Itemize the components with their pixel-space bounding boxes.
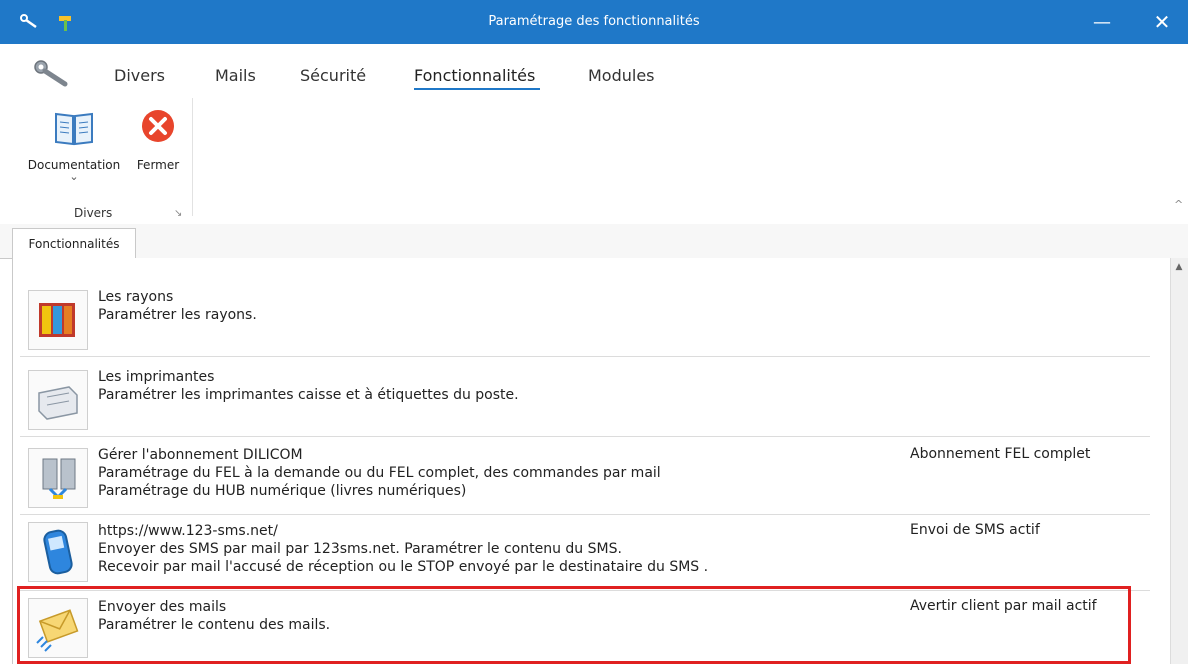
book-icon [55,112,93,146]
document-tab-strip [0,224,1188,259]
wrench-menu-icon[interactable] [32,58,72,88]
item-status: Abonnement FEL complet [910,446,1091,462]
item-title: Les rayons [98,289,174,305]
fermer-label: Fermer [136,158,180,172]
close-circle-icon [142,110,174,142]
ribbon-group-label: Divers [74,206,113,220]
item-separator [20,436,1150,437]
menu-tab-mails[interactable]: Mails [215,66,256,85]
fermer-button[interactable]: Fermer [130,108,186,172]
item-description: Paramétrer les imprimantes caisse et à é… [98,387,519,403]
printer-icon [28,370,88,430]
active-tab-underline [414,88,540,90]
item-title[interactable]: https://www.123-sms.net/ [98,522,708,540]
network-icon [28,448,88,508]
window-title: Paramétrage des fonctionnalités [488,14,700,29]
vertical-scrollbar[interactable] [1170,258,1188,664]
item-title: Les imprimantes [98,369,215,385]
dialog-launcher-icon[interactable]: ↘ [174,208,182,219]
close-window-button[interactable]: ✕ [1144,10,1180,34]
chevron-down-icon[interactable]: ⌄ [20,171,128,182]
menu-tab-securite[interactable]: Sécurité [300,66,366,85]
item-description-line-2: Recevoir par mail l'accusé de réception … [98,559,709,575]
item-status: Envoi de SMS actif [910,522,1040,538]
minimize-button[interactable]: — [1084,10,1120,34]
tab-fonctionnalites[interactable]: Fonctionnalités [12,228,136,259]
list-item-text: Les rayons Paramétrer les rayons. [98,288,257,324]
list-item-sms[interactable]: https://www.123-sms.net/ Envoyer des SMS… [20,522,1140,586]
item-description-line-2: Paramétrage du HUB numérique (livres num… [98,483,467,499]
list-item-text: Gérer l'abonnement DILICOM Paramétrage d… [98,446,661,500]
item-description-line-1: Paramétrage du FEL à la demande ou du FE… [98,465,661,481]
menu-tab-modules[interactable]: Modules [588,66,655,85]
menu-tab-fonctionnalites[interactable]: Fonctionnalités [414,66,535,85]
collapse-ribbon-icon[interactable]: ^ [1174,198,1183,211]
menu-tab-divers[interactable]: Divers [114,66,165,85]
highlight-box [17,586,1131,664]
title-bar: Paramétrage des fonctionnalités — ✕ [0,0,1188,44]
item-description-line-1: Envoyer des SMS par mail par 123sms.net.… [98,541,622,557]
list-item-imprimantes[interactable]: Les imprimantes Paramétrer les imprimant… [20,368,1140,432]
ribbon [12,94,1188,225]
list-item-text: Les imprimantes Paramétrer les imprimant… [98,368,519,404]
item-description: Paramétrer les rayons. [98,307,257,323]
ribbon-group-separator [192,98,193,216]
list-item-rayons[interactable]: Les rayons Paramétrer les rayons. [20,288,1140,352]
item-separator [20,514,1150,515]
list-item-text: https://www.123-sms.net/ Envoyer des SMS… [98,522,708,576]
shelf-icon [28,290,88,350]
scroll-up-icon[interactable]: ▲ [1172,262,1186,276]
list-item-dilicom[interactable]: Gérer l'abonnement DILICOM Paramétrage d… [20,446,1140,510]
phone-icon [28,522,88,582]
item-title: Gérer l'abonnement DILICOM [98,447,303,463]
documentation-button[interactable]: Documentation ⌄ [20,108,128,182]
item-separator [20,356,1150,357]
